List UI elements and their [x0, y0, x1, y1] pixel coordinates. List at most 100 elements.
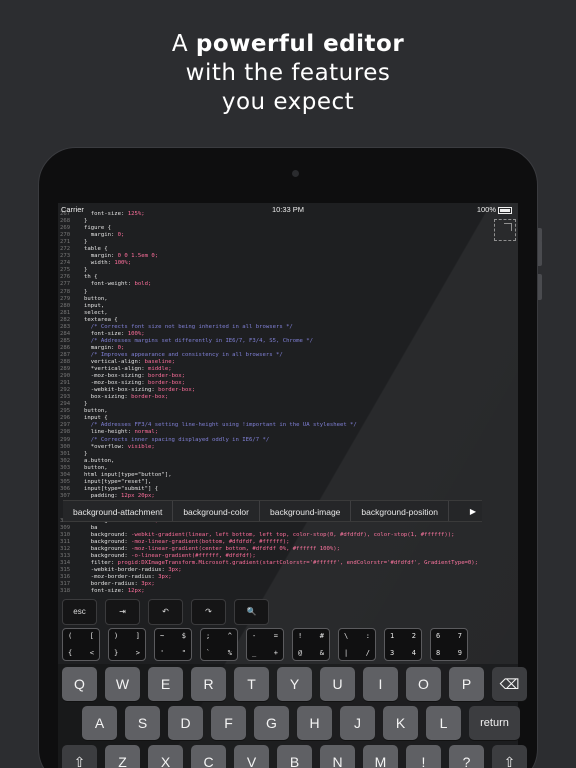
symbol-key[interactable]: ~ $ ' " [154, 628, 192, 661]
redo-key[interactable]: ↷ [191, 599, 226, 625]
symbol-glyph: ) [114, 632, 119, 640]
key-u[interactable]: U [320, 667, 355, 701]
key-f[interactable]: F [211, 706, 246, 740]
key-c[interactable]: C [191, 745, 226, 768]
symbol-glyph: $ [181, 632, 186, 640]
code-editor[interactable]: 267 font-size: 125%; 268} 269 figure {270 m… [60, 211, 515, 595]
line-number: 305 [60, 478, 71, 485]
symbol-glyph: @ [298, 649, 303, 657]
symbol-key[interactable]: ([{< [62, 628, 100, 661]
key-z[interactable]: Z [105, 745, 140, 768]
key-g[interactable]: G [254, 706, 289, 740]
autocomplete-suggestion[interactable]: background-attachment [63, 501, 174, 521]
autocomplete-suggestion[interactable]: background-image [260, 501, 352, 521]
symbol-key[interactable]: )]} > [108, 628, 146, 661]
line-number: 284 [60, 330, 71, 337]
line-number: 307 [60, 492, 71, 499]
key-j[interactable]: J [340, 706, 375, 740]
line-number: 290 [60, 373, 71, 380]
code-line: 272 table { [60, 246, 515, 253]
code-text: select, [84, 309, 108, 316]
symbol-key[interactable]: 6 7 8 9 [430, 628, 468, 661]
code-line: 311 background: -moz-linear-gradient(bot… [60, 539, 515, 546]
battery-indicator: 100% [477, 205, 512, 214]
camera-icon [292, 170, 299, 177]
code-line: 282 textarea { [60, 317, 515, 324]
line-number: 276 [60, 274, 71, 281]
line-number: 313 [60, 553, 71, 560]
autocomplete-suggestion[interactable]: background-color [173, 501, 260, 521]
undo-key[interactable]: ↶ [148, 599, 183, 625]
key-l[interactable]: L [426, 706, 461, 740]
battery-percent: 100% [476, 205, 496, 214]
key-o[interactable]: O [406, 667, 441, 701]
code-text: figure { [84, 225, 111, 232]
backspace-key[interactable]: ⌫ [492, 667, 527, 701]
key-v[interactable]: V [234, 745, 269, 768]
key-b[interactable]: B [277, 745, 312, 768]
symbol-key[interactable]: \: | / [338, 628, 376, 661]
symbol-glyph: 8 [436, 649, 441, 657]
autocomplete-suggestion[interactable]: background-position [351, 501, 449, 521]
symbol-glyph: - [252, 632, 257, 640]
code-text: background: -o-linear-gradient(#ffffff, … [84, 553, 256, 560]
code-line: 305 input[type="reset"], [60, 479, 515, 486]
code-text: ba [84, 524, 98, 531]
return-key[interactable]: return [469, 706, 520, 740]
code-text: background: -webkit-gradient(linear, lef… [84, 532, 455, 539]
key-i[interactable]: I [363, 667, 398, 701]
symbol-key[interactable]: - = _ + [246, 628, 284, 661]
code-line: 318 font-size: 12px; [60, 588, 515, 595]
key-r[interactable]: R [191, 667, 226, 701]
shift-key[interactable]: ⇧ [62, 745, 97, 768]
symbol-key[interactable]: ; ^ `% [200, 628, 238, 661]
symbol-glyph: > [135, 649, 140, 657]
key-a[interactable]: A [82, 706, 117, 740]
key-x[interactable]: X [148, 745, 183, 768]
fullscreen-toggle-icon[interactable] [494, 219, 516, 241]
code-line: 281 select, [60, 310, 515, 317]
symbol-glyph: < [89, 649, 94, 657]
key-m[interactable]: M [363, 745, 398, 768]
symbol-glyph: ; [206, 632, 211, 640]
key-e[interactable]: E [148, 667, 183, 701]
key-exclamation[interactable]: ! [406, 745, 441, 768]
key-n[interactable]: N [320, 745, 355, 768]
code-line: 293 box-sizing: border-box; [60, 394, 515, 401]
code-line: 299 /* Corrects inner spacing displayed … [60, 437, 515, 444]
key-h[interactable]: H [297, 706, 332, 740]
key-t[interactable]: T [234, 667, 269, 701]
key-p[interactable]: P [449, 667, 484, 701]
line-number: 286 [60, 344, 71, 351]
symbol-glyph: 1 [390, 632, 395, 640]
symbol-key[interactable]: 1 2 3 4 [384, 628, 422, 661]
code-line: 278} [60, 289, 515, 296]
key-q[interactable]: Q [62, 667, 97, 701]
key-w[interactable]: W [105, 667, 140, 701]
tab-key[interactable]: ⇥ [105, 599, 140, 625]
symbol-key[interactable]: ! # @ & [292, 628, 330, 661]
symbol-glyph: 6 [436, 632, 441, 640]
key-k[interactable]: K [383, 706, 418, 740]
code-text: } [84, 239, 88, 246]
keyboard-row: Q W E R T Y U I O P ⌫ [62, 667, 527, 701]
key-s[interactable]: S [125, 706, 160, 740]
esc-key[interactable]: esc [62, 599, 97, 625]
code-text: } [84, 450, 88, 457]
line-number: 295 [60, 408, 71, 415]
code-text: /* Corrects font size not being inherite… [84, 323, 293, 330]
search-key[interactable]: 🔍 [234, 599, 269, 625]
keyboard: Q W E R T Y U I O P ⌫ A S D F G H J K Lreturn ⇧ Z X C V B N M!? ⇧ [58, 664, 527, 768]
key-question[interactable]: ? [449, 745, 484, 768]
code-line: 283 /* Corrects font size not being inhe… [60, 324, 515, 331]
shift-key-right[interactable]: ⇧ [492, 745, 527, 768]
line-number: 282 [60, 316, 71, 323]
code-text: vertical-align: baseline; [84, 358, 175, 365]
symbol-glyph: / [365, 649, 370, 657]
code-text: -webkit-border-radius: 3px; [84, 567, 182, 574]
key-d[interactable]: D [168, 706, 203, 740]
key-y[interactable]: Y [277, 667, 312, 701]
code-text: } [84, 267, 88, 274]
symbol-glyph: # [319, 632, 324, 640]
autocomplete-more-icon[interactable]: ▶ [464, 501, 482, 521]
